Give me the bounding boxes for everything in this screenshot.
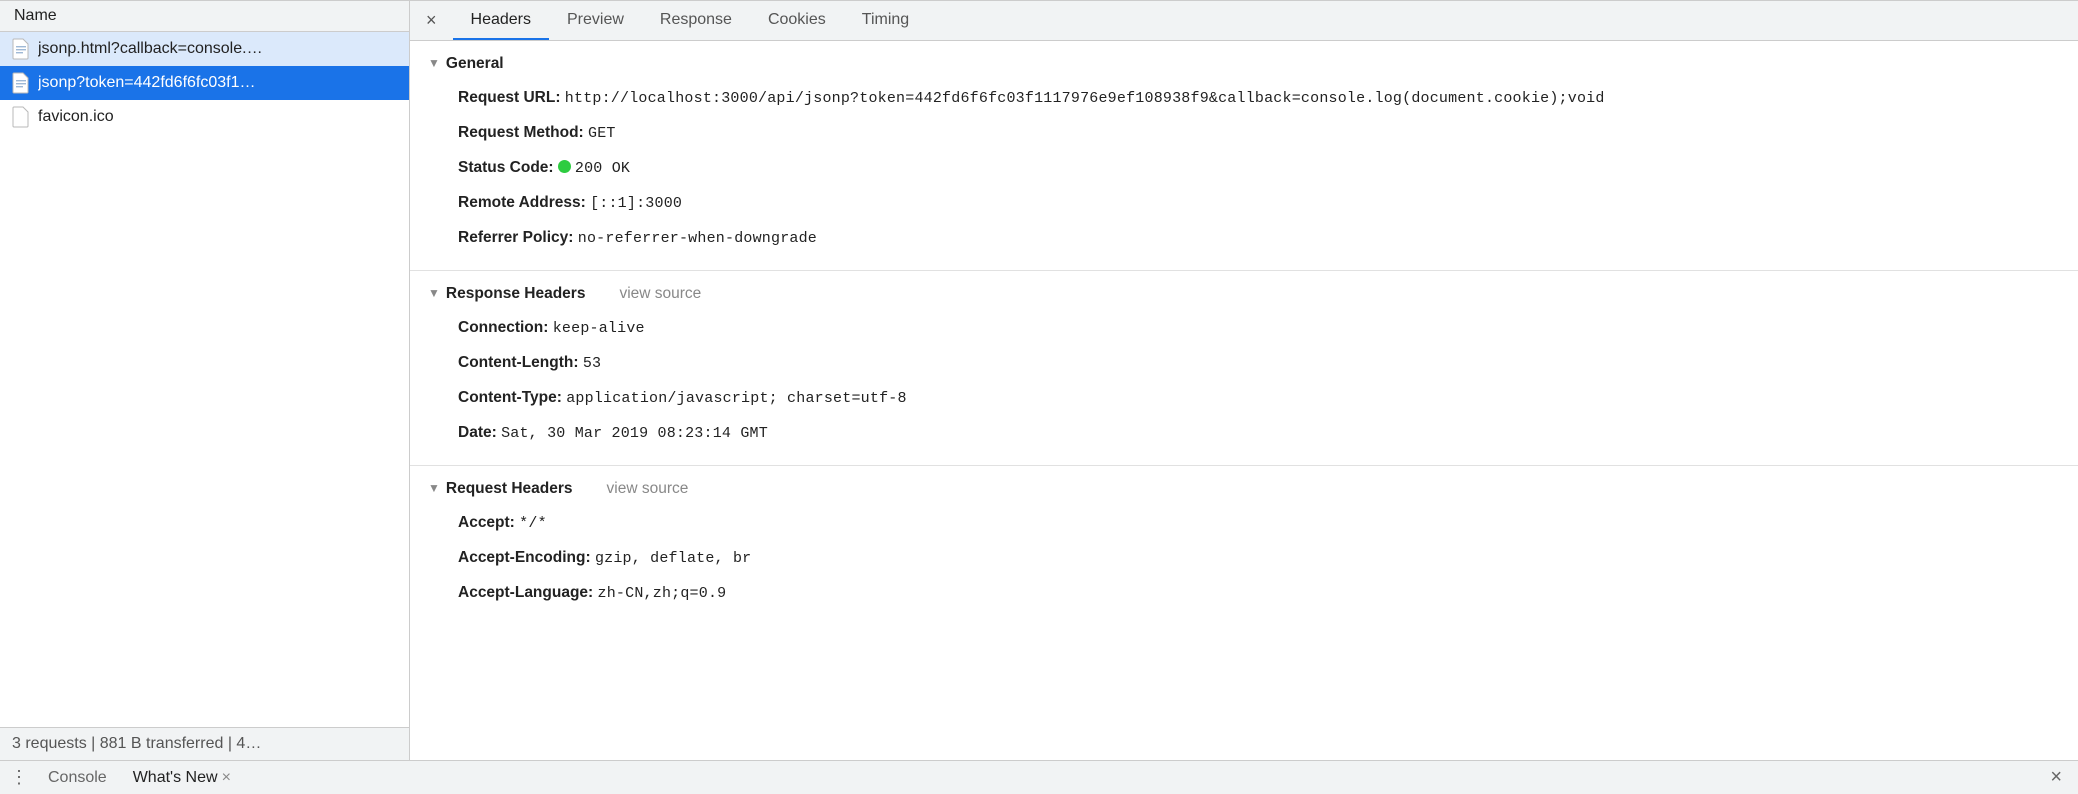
caret-down-icon: ▼ [428,286,440,300]
empty-icon [12,106,30,128]
header-value: http://localhost:3000/api/jsonp?token=44… [565,90,1605,107]
request-row[interactable]: favicon.ico [0,100,409,134]
header-key: Content-Length: [458,354,579,371]
header-row: Request URL: http://localhost:3000/api/j… [458,81,2078,116]
section-response-headers: ▼ Response Headers view source Connectio… [410,271,2078,466]
file-icon [12,38,30,60]
close-icon[interactable]: × [222,769,231,786]
header-key: Accept-Encoding: [458,549,591,566]
header-value: zh-CN,zh;q=0.9 [598,585,727,602]
header-row: Content-Type: application/javascript; ch… [458,381,2078,416]
header-row: Remote Address: [::1]:3000 [458,186,2078,221]
header-key: Referrer Policy: [458,229,573,246]
sidebar-header-name[interactable]: Name [0,1,409,32]
drawer-tab-label: What's New [133,769,218,786]
request-row-label: favicon.ico [38,108,114,126]
header-row: Accept-Language: zh-CN,zh;q=0.9 [458,576,2078,611]
request-list: jsonp.html?callback=console.… jsonp?toke… [0,32,409,727]
header-value: 200 OK [575,160,630,177]
caret-down-icon: ▼ [428,481,440,495]
drawer-tab-console[interactable]: Console [46,765,109,791]
section-request-headers-title[interactable]: ▼ Request Headers view source [410,476,2078,502]
close-detail-button[interactable]: × [416,4,451,37]
header-key: Request URL: [458,89,560,106]
network-request-sidebar: Name jsonp.html?callback=console.… jsonp… [0,1,410,760]
drawer-menu-icon[interactable]: ⋮ [10,767,30,788]
caret-down-icon: ▼ [428,56,440,70]
tab-headers[interactable]: Headers [453,1,549,40]
request-detail-pane: × HeadersPreviewResponseCookiesTiming ▼ … [410,1,2078,760]
header-value: gzip, deflate, br [595,550,751,567]
header-value: */* [519,515,547,532]
sidebar-summary: 3 requests | 881 B transferred | 4… [0,727,409,760]
section-response-headers-title[interactable]: ▼ Response Headers view source [410,281,2078,307]
status-dot-icon [558,160,571,173]
detail-tabstrip: × HeadersPreviewResponseCookiesTiming [410,1,2078,41]
console-drawer: ⋮ ConsoleWhat's New× × [0,760,2078,794]
header-key: Date: [458,424,497,441]
request-row[interactable]: jsonp.html?callback=console.… [0,32,409,66]
header-key: Accept: [458,514,515,531]
request-row-label: jsonp.html?callback=console.… [38,40,263,58]
section-response-headers-label: Response Headers [446,285,586,303]
request-row-label: jsonp?token=442fd6f6fc03f1… [38,74,256,92]
section-general-title[interactable]: ▼ General [410,51,2078,77]
view-source-link[interactable]: view source [607,480,689,498]
view-source-link[interactable]: view source [619,285,701,303]
header-row: Request Method: GET [458,116,2078,151]
tab-preview[interactable]: Preview [549,1,642,40]
header-key: Remote Address: [458,194,586,211]
header-key: Accept-Language: [458,584,593,601]
header-key: Status Code: [458,159,554,176]
header-key: Request Method: [458,124,584,141]
section-general-label: General [446,55,504,73]
header-value: [::1]:3000 [590,195,682,212]
headers-body: ▼ General Request URL: http://localhost:… [410,41,2078,760]
header-value: 53 [583,355,601,372]
tab-timing[interactable]: Timing [844,1,927,40]
section-general: ▼ General Request URL: http://localhost:… [410,41,2078,271]
header-row: Content-Length: 53 [458,346,2078,381]
section-request-headers: ▼ Request Headers view source Accept: */… [410,466,2078,625]
header-row: Referrer Policy: no-referrer-when-downgr… [458,221,2078,256]
tab-cookies[interactable]: Cookies [750,1,844,40]
drawer-close-button[interactable]: × [2050,766,2068,789]
header-row: Date: Sat, 30 Mar 2019 08:23:14 GMT [458,416,2078,451]
drawer-tab-what-s-new[interactable]: What's New× [131,765,233,791]
file-icon [12,72,30,94]
header-row: Status Code: 200 OK [458,151,2078,186]
header-key: Content-Type: [458,389,562,406]
header-row: Accept-Encoding: gzip, deflate, br [458,541,2078,576]
header-value: Sat, 30 Mar 2019 08:23:14 GMT [501,425,768,442]
header-value: keep-alive [553,320,645,337]
header-row: Accept: */* [458,506,2078,541]
header-row: Connection: keep-alive [458,311,2078,346]
header-value: application/javascript; charset=utf-8 [566,390,906,407]
request-row[interactable]: jsonp?token=442fd6f6fc03f1… [0,66,409,100]
tab-response[interactable]: Response [642,1,750,40]
header-value: no-referrer-when-downgrade [578,230,817,247]
header-key: Connection: [458,319,548,336]
drawer-tab-label: Console [48,769,107,786]
section-request-headers-label: Request Headers [446,480,573,498]
header-value: GET [588,125,616,142]
